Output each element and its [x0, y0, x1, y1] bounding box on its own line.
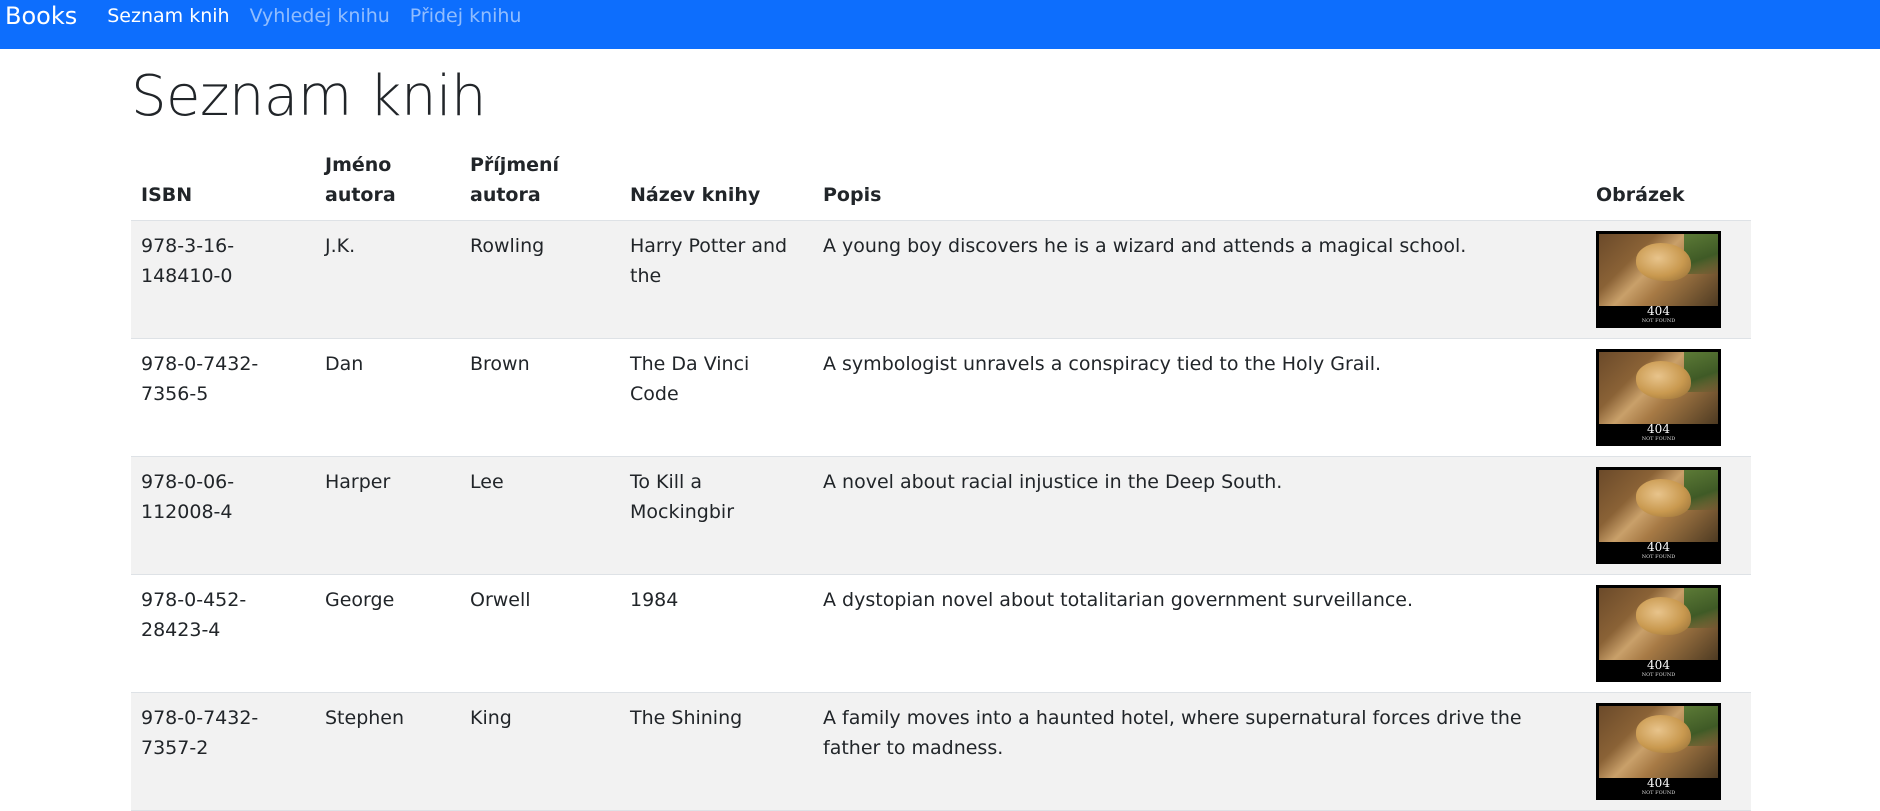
cell-title: To Kill a Mockingbir — [620, 456, 813, 575]
image-404-code: 404 — [1647, 422, 1670, 436]
book-cover-image: 404 NOT FOUND — [1596, 231, 1721, 328]
book-cover-image: 404 NOT FOUND — [1596, 349, 1721, 446]
cell-description: A young boy discovers he is a wizard and… — [813, 220, 1586, 339]
cell-first-name: J.K. — [315, 220, 460, 339]
header-isbn: ISBN — [131, 150, 315, 221]
cell-description: A dystopian novel about totalitarian gov… — [813, 574, 1586, 693]
cell-description: A symbologist unravels a conspiracy tied… — [813, 338, 1586, 457]
main-container: Seznam knih ISBN Jméno autora Příjmení a… — [131, 49, 1751, 811]
page-title: Seznam knih — [131, 64, 487, 129]
cell-title: 1984 — [620, 574, 813, 693]
books-table: ISBN Jméno autora Příjmení autora Název … — [131, 150, 1751, 811]
book-cover-image: 404 NOT FOUND — [1596, 585, 1721, 682]
cell-title: Harry Potter and the — [620, 220, 813, 339]
image-404-caption: NOT FOUND — [1641, 790, 1676, 796]
navbar: Books Seznam knih Vyhledej knihu Přidej … — [0, 0, 1880, 49]
table-header-row: ISBN Jméno autora Příjmení autora Název … — [131, 150, 1751, 221]
cell-image: 404 NOT FOUND — [1586, 220, 1751, 339]
cell-first-name: Harper — [315, 456, 460, 575]
brand-link[interactable]: Books — [5, 1, 77, 31]
cell-description: A novel about racial injustice in the De… — [813, 456, 1586, 575]
nav-link-seznam-knih[interactable]: Seznam knih — [107, 1, 229, 31]
cell-isbn: 978-3-16-148410-0 — [131, 220, 315, 339]
image-404-code: 404 — [1647, 540, 1670, 554]
table-row: 978-0-06-112008-4 Harper Lee To Kill a M… — [131, 456, 1751, 575]
image-404-caption: NOT FOUND — [1641, 318, 1676, 324]
image-404-caption: NOT FOUND — [1641, 436, 1676, 442]
image-404-code: 404 — [1647, 658, 1670, 672]
cell-image: 404 NOT FOUND — [1586, 456, 1751, 575]
cell-image: 404 NOT FOUND — [1586, 574, 1751, 693]
cell-description: A family moves into a haunted hotel, whe… — [813, 692, 1586, 811]
table-row: 978-0-7432-7356-5 Dan Brown The Da Vinci… — [131, 338, 1751, 457]
header-image: Obrázek — [1586, 150, 1751, 221]
header-book-title: Název knihy — [620, 150, 813, 221]
header-description: Popis — [813, 150, 1586, 221]
table-row: 978-0-452-28423-4 George Orwell 1984 A d… — [131, 574, 1751, 693]
cell-last-name: King — [460, 692, 620, 811]
image-404-caption: NOT FOUND — [1641, 554, 1676, 560]
table-row: 978-0-7432-7357-2 Stephen King The Shini… — [131, 692, 1751, 811]
header-author-first-name: Jméno autora — [315, 150, 460, 221]
nav-link-pridej-knihu[interactable]: Přidej knihu — [410, 1, 522, 31]
cell-first-name: Stephen — [315, 692, 460, 811]
cell-first-name: Dan — [315, 338, 460, 457]
cell-last-name: Brown — [460, 338, 620, 457]
cell-image: 404 NOT FOUND — [1586, 338, 1751, 457]
cell-isbn: 978-0-06-112008-4 — [131, 456, 315, 575]
image-404-caption: NOT FOUND — [1641, 672, 1676, 678]
cell-image: 404 NOT FOUND — [1586, 692, 1751, 811]
image-404-code: 404 — [1647, 776, 1670, 790]
book-cover-image: 404 NOT FOUND — [1596, 467, 1721, 564]
table-row: 978-3-16-148410-0 J.K. Rowling Harry Pot… — [131, 220, 1751, 339]
cell-isbn: 978-0-7432-7357-2 — [131, 692, 315, 811]
nav-link-vyhledej-knihu[interactable]: Vyhledej knihu — [250, 1, 390, 31]
cell-last-name: Lee — [460, 456, 620, 575]
header-author-last-name: Příjmení autora — [460, 150, 620, 221]
cell-last-name: Orwell — [460, 574, 620, 693]
cell-first-name: George — [315, 574, 460, 693]
cell-isbn: 978-0-452-28423-4 — [131, 574, 315, 693]
cell-title: The Shining — [620, 692, 813, 811]
cell-isbn: 978-0-7432-7356-5 — [131, 338, 315, 457]
cell-title: The Da Vinci Code — [620, 338, 813, 457]
book-cover-image: 404 NOT FOUND — [1596, 703, 1721, 800]
image-404-code: 404 — [1647, 304, 1670, 318]
cell-last-name: Rowling — [460, 220, 620, 339]
